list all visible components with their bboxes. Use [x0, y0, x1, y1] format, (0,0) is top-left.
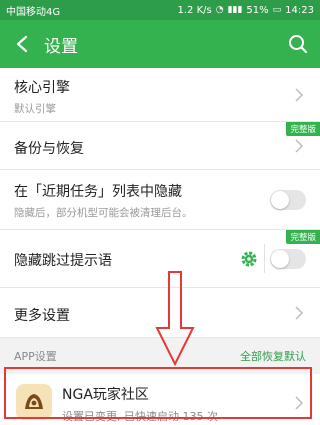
setting-core-engine[interactable]: 核心引擎 默认引擎 [0, 68, 320, 122]
search-button[interactable] [276, 20, 320, 68]
hide-recents-toggle[interactable] [270, 189, 306, 210]
back-arrow-icon [16, 35, 28, 53]
restore-all-defaults-link[interactable]: 全部恢复默认 [240, 348, 306, 364]
chevron-right-icon [295, 87, 304, 102]
setting-subtitle: 隐藏后，部分机型可能会被清理后台。 [14, 207, 193, 219]
chevron-right-icon [295, 305, 304, 320]
network-speed: 1.2 K/s [177, 4, 212, 16]
setting-subtitle: 默认引擎 [14, 103, 56, 115]
signal-icon: ▮▮▮ [227, 4, 243, 15]
setting-title: 更多设置 [14, 308, 70, 324]
battery-icon: ▭ [272, 4, 282, 15]
carrier-label: 中国移动4G [6, 6, 61, 18]
clock: 14:23 [285, 4, 314, 16]
setting-title: 核心引擎 [14, 80, 70, 96]
hide-skip-hint-toggle[interactable] [270, 248, 306, 269]
app-bar: 设置 [0, 20, 320, 68]
setting-title: 在「近期任务」列表中隐藏 [14, 184, 182, 200]
status-right: 1.2 K/s ◔ ▮▮▮ 51% ▭ 14:23 [177, 5, 314, 16]
full-version-badge: 完整版 [286, 122, 320, 136]
toggle-knob [271, 249, 289, 268]
chevron-right-icon [295, 138, 304, 153]
status-bar: 中国移动4G 1.2 K/s ◔ ▮▮▮ 51% ▭ 14:23 [0, 0, 320, 20]
battery-percent: 51% [246, 4, 269, 16]
setting-hide-recents[interactable]: 在「近期任务」列表中隐藏 隐藏后，部分机型可能会被清理后台。 [0, 170, 320, 230]
wifi-icon: ◔ [215, 4, 224, 15]
gear-icon[interactable] [240, 250, 258, 268]
down-arrow-annotation [155, 271, 195, 366]
highlight-box [4, 367, 312, 419]
section-label: APP设置 [14, 350, 57, 363]
setting-title: 备份与恢复 [14, 141, 84, 157]
toggle-knob [271, 190, 289, 209]
divider [264, 244, 265, 273]
back-button[interactable] [0, 20, 44, 68]
setting-backup-restore[interactable]: 备份与恢复 完整版 [0, 122, 320, 170]
page-title: 设置 [44, 36, 78, 57]
setting-title: 隐藏跳过提示语 [14, 253, 112, 269]
full-version-badge: 完整版 [286, 230, 320, 244]
search-icon [289, 35, 308, 54]
